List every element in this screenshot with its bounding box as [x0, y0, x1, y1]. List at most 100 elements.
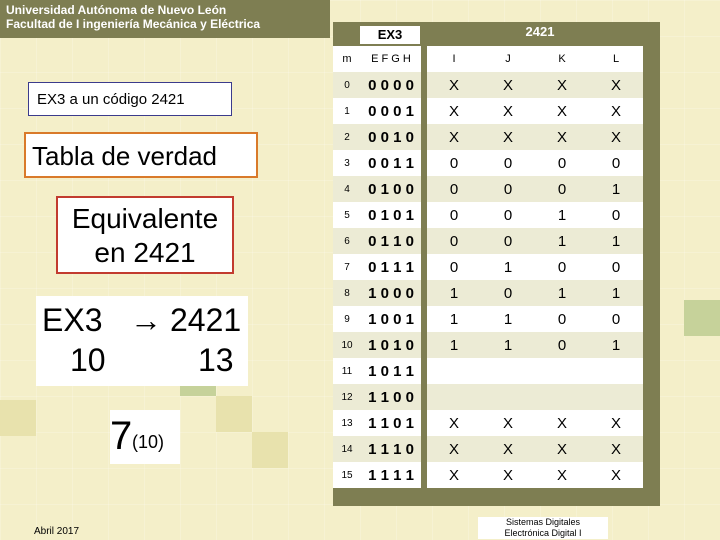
- table-row: 10 0 0 1XXXX: [333, 98, 643, 124]
- table-cell: 0: [427, 176, 481, 202]
- table-cell: 3: [333, 150, 361, 176]
- bg-tile: [684, 300, 720, 336]
- table-cell: [589, 358, 643, 384]
- table-cell: X: [427, 72, 481, 98]
- table-cell: X: [589, 462, 643, 488]
- header-cell: J: [481, 46, 535, 72]
- table-row: 60 1 1 00011: [333, 228, 643, 254]
- table-cell: 6: [333, 228, 361, 254]
- table-cell: 1: [481, 306, 535, 332]
- table-cell: 0: [481, 280, 535, 306]
- table-cell: 0: [481, 150, 535, 176]
- table-cell: X: [535, 462, 589, 488]
- truth-table-label: Tabla de verdad: [24, 132, 258, 178]
- table-row: 70 1 1 10100: [333, 254, 643, 280]
- ex3-to-2421-label: EX3 a un código 2421: [28, 82, 232, 116]
- ex3-title: EX3: [360, 26, 420, 44]
- bg-tile: [252, 432, 288, 468]
- table-cell: 0: [589, 254, 643, 280]
- table-cell: X: [535, 410, 589, 436]
- code-2421-value: 13: [198, 342, 234, 378]
- table-cell: 0: [427, 228, 481, 254]
- table-cell: 1 0 1 0: [361, 332, 421, 358]
- table-cell: [535, 384, 589, 410]
- table-cell: X: [535, 98, 589, 124]
- arrow-icon: →: [130, 302, 162, 338]
- table-cell: X: [589, 436, 643, 462]
- table-cell: 1: [427, 332, 481, 358]
- header-cell: I: [427, 46, 481, 72]
- header-cell: K: [535, 46, 589, 72]
- table-cell: 1 1 1 1: [361, 462, 421, 488]
- bg-tile: [216, 396, 252, 432]
- table-cell: 1: [589, 280, 643, 306]
- table-cell: 4: [333, 176, 361, 202]
- table-cell: X: [481, 124, 535, 150]
- table-cell: 11: [333, 358, 361, 384]
- table-cell: 1: [427, 280, 481, 306]
- table-cell: 0 0 0 0: [361, 72, 421, 98]
- table-cell: 1: [427, 306, 481, 332]
- table-cell: [535, 358, 589, 384]
- decimal-seven: 7 (10): [110, 410, 180, 464]
- course-footer: Sistemas Digitales Electrónica Digital I: [478, 517, 608, 539]
- table-row: 40 1 0 00001: [333, 176, 643, 202]
- table-cell: 0: [535, 254, 589, 280]
- table-cell: X: [481, 98, 535, 124]
- table-row: 30 0 1 10000: [333, 150, 643, 176]
- equivalent-line2: en 2421: [94, 237, 196, 268]
- table-cell: [427, 384, 481, 410]
- table-cell: 0 1 0 1: [361, 202, 421, 228]
- bg-tile: [0, 400, 36, 436]
- table-cell: [589, 384, 643, 410]
- table-cell: 0: [333, 72, 361, 98]
- table-cell: X: [589, 410, 643, 436]
- table-cell: 1: [535, 228, 589, 254]
- table-cell: 0: [427, 150, 481, 176]
- table-cell: X: [427, 98, 481, 124]
- course-line2: Electrónica Digital I: [504, 528, 582, 538]
- table-cell: 15: [333, 462, 361, 488]
- table-cell: 9: [333, 306, 361, 332]
- table-cell: X: [589, 72, 643, 98]
- header-cell: E F G H: [361, 46, 421, 72]
- header-bar: Universidad Autónoma de Nuevo León Facul…: [0, 0, 330, 38]
- table-cell: 13: [333, 410, 361, 436]
- conversion-example: EX3 → 2421 10 13: [36, 296, 248, 386]
- table-row: 81 0 0 01011: [333, 280, 643, 306]
- table-row: 10 1 0 1 01101: [333, 332, 643, 358]
- table-cell: 5: [333, 202, 361, 228]
- table-cell: 1 0 1 1: [361, 358, 421, 384]
- table-cell: X: [481, 410, 535, 436]
- table-cell: 1: [589, 332, 643, 358]
- table-cell: 0: [535, 176, 589, 202]
- table-cell: 0: [535, 332, 589, 358]
- faculty-name: Facultad de I ingeniería Mecánica y Eléc…: [6, 17, 261, 31]
- table-cell: 1 1 0 0: [361, 384, 421, 410]
- table-cell: X: [589, 124, 643, 150]
- code-2421-title: 2421: [525, 24, 555, 39]
- table-cell: 0 1 1 1: [361, 254, 421, 280]
- table-cell: 1 0 0 1: [361, 306, 421, 332]
- table-header-row: mE F G HIJKL: [333, 46, 643, 72]
- table-cell: 0 0 1 1: [361, 150, 421, 176]
- table-row: 50 1 0 10010: [333, 202, 643, 228]
- table-cell: 1: [535, 202, 589, 228]
- table-cell: X: [427, 436, 481, 462]
- table-cell: 1 0 0 0: [361, 280, 421, 306]
- table-cell: 0: [427, 254, 481, 280]
- table-cell: 0: [589, 306, 643, 332]
- table-cell: 0: [589, 150, 643, 176]
- equivalent-line1: Equivalente: [71, 203, 219, 234]
- table-row: 11 1 0 1 1: [333, 358, 643, 384]
- table-cell: X: [427, 124, 481, 150]
- course-line1: Sistemas Digitales: [505, 517, 581, 527]
- table-cell: [481, 358, 535, 384]
- ex3-text: EX3: [42, 302, 103, 338]
- code-2421-text: 2421: [170, 302, 242, 338]
- table-cell: 0 1 0 0: [361, 176, 421, 202]
- table-row: 20 0 1 0XXXX: [333, 124, 643, 150]
- table-cell: 0: [481, 202, 535, 228]
- table-cell: 12: [333, 384, 361, 410]
- table-cell: 0: [535, 150, 589, 176]
